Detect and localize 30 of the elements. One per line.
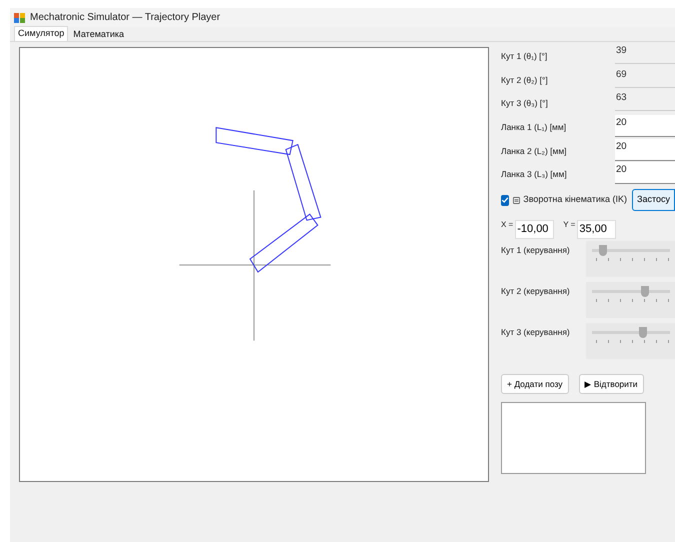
tab[interactable]: Математика (70, 28, 127, 41)
ik-checkbox[interactable] (501, 194, 510, 206)
field-label: Ланка 2 (L₂) [мм] (501, 144, 568, 158)
pose-list[interactable] (501, 402, 646, 474)
ik-checkbox-label: Зворотна кінематика (IK) (523, 193, 628, 206)
slider-thumb[interactable] (638, 327, 647, 338)
list-icon (513, 196, 520, 205)
slider-thumb[interactable] (599, 245, 607, 256)
param-input[interactable]: 20 (615, 138, 675, 161)
slider-thumb[interactable] (641, 286, 649, 298)
param-input[interactable]: 20 (615, 162, 675, 184)
field-label: Кут 1 (θ₁) [°] (501, 50, 548, 63)
window-title: Mechatronic Simulator — Trajectory Player (30, 11, 220, 25)
slider-label: Кут 3 (керування) (501, 326, 571, 339)
field-label: Кут 2 (θ₂) [°] (501, 74, 549, 86)
param-input[interactable]: 20 (615, 115, 675, 138)
apply-button[interactable]: Застосу (632, 189, 675, 212)
field-label: Ланка 1 (L₁) [мм] (501, 121, 568, 134)
tab[interactable]: Симулятор (14, 26, 68, 41)
x-input[interactable]: -10,00 (515, 220, 554, 239)
slider-label: Кут 2 (керування) (501, 285, 571, 298)
app-icon (14, 12, 25, 22)
y-input[interactable]: 35,00 (577, 220, 616, 239)
field-label: Кут 3 (θ₃) [°] (501, 97, 549, 110)
x-label: X = (501, 219, 514, 232)
y-label: Y = (563, 219, 576, 232)
slider-label: Кут 1 (керування) (501, 244, 571, 257)
action-button[interactable]: + Додати позу (501, 374, 569, 394)
action-button[interactable]: ▶ Відтворити (578, 374, 644, 394)
field-label: Ланка 3 (L₃) [мм] (501, 168, 568, 182)
